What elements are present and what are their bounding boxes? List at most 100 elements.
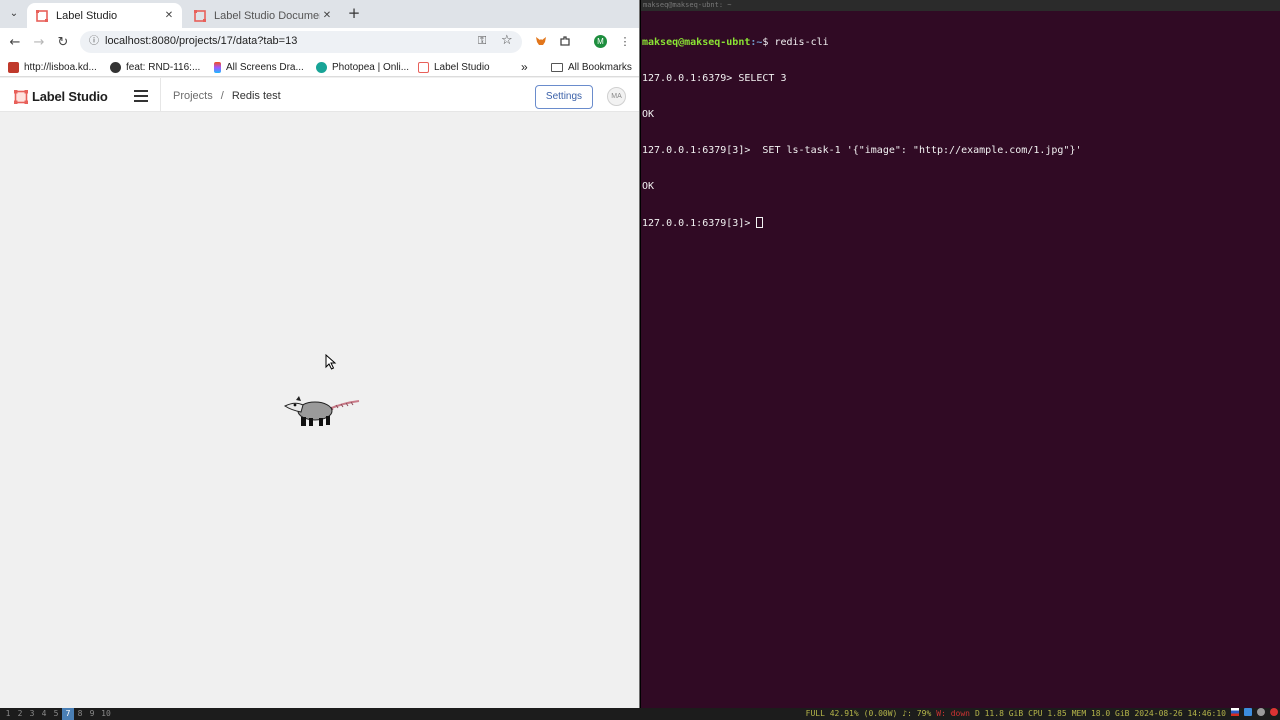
- folder-icon: [551, 62, 563, 72]
- terminal-prompt: 127.0.0.1:6379[3]>: [642, 218, 757, 229]
- settings-button[interactable]: Settings: [535, 85, 593, 109]
- address-bar[interactable]: ⓘ localhost:8080/projects/17/data?tab=13…: [80, 31, 522, 53]
- system-status-bar: 1 2 3 4 5 7 8 9 10 FULL 42.91% (0.00W) ♪…: [0, 708, 1280, 720]
- memory-status: MEM 18.0 GiB: [1071, 709, 1130, 718]
- terminal-title: makseq@makseq-ubnt: ~: [641, 0, 1280, 11]
- bookmark-favicon-icon: [8, 61, 19, 73]
- terminal-line: 127.0.0.1:6379[3]> SET ls-task-1 '{"imag…: [642, 145, 1082, 156]
- workspace-5[interactable]: 5: [50, 708, 62, 720]
- workspace-4[interactable]: 4: [38, 708, 50, 720]
- photopea-icon: [316, 61, 327, 73]
- workspace-9[interactable]: 9: [86, 708, 98, 720]
- terminal-output: makseq@makseq-ubnt:~$ redis-cli 127.0.0.…: [642, 13, 1082, 254]
- terminal-line: OK: [642, 181, 655, 192]
- bookmark-item[interactable]: Label Studio: [418, 60, 490, 74]
- new-tab-icon[interactable]: +: [346, 5, 362, 21]
- keyboard-layout-flag-icon[interactable]: [1231, 708, 1239, 716]
- url-text: localhost:8080/projects/17/data?tab=13: [105, 35, 298, 47]
- header-divider: [160, 78, 161, 112]
- alert-tray-icon[interactable]: [1270, 708, 1278, 716]
- terminal-line: makseq@makseq-ubnt:~$ redis-cli: [642, 37, 1082, 49]
- mouse-pointer-icon: [325, 353, 337, 370]
- close-tab-icon[interactable]: ✕: [162, 10, 176, 21]
- cpu-status: CPU 1.85: [1028, 709, 1067, 718]
- terminal-line: 127.0.0.1:6379> SELECT 3: [642, 73, 787, 84]
- tab-search-icon[interactable]: ⌄: [6, 6, 22, 22]
- tab-title: Label Studio: [56, 9, 118, 22]
- app-content-area: [0, 113, 639, 708]
- volume-status: ♪: 79%: [902, 709, 932, 718]
- browser-window: ⌄ Label Studio ✕ Label Studio Documentat…: [0, 0, 640, 708]
- back-arrow-icon[interactable]: ←: [6, 34, 24, 52]
- profile-avatar[interactable]: M: [594, 35, 607, 48]
- prompt-path: :~: [750, 37, 763, 48]
- breadcrumb-separator: /: [220, 90, 224, 102]
- bookmark-label: Label Studio: [434, 61, 490, 73]
- bookmarks-overflow-icon[interactable]: »: [521, 60, 528, 74]
- terminal-window[interactable]: makseq@makseq-ubnt: ~ makseq@makseq-ubnt…: [641, 0, 1280, 708]
- terminal-command: redis-cli: [774, 37, 829, 48]
- terminal-line: 127.0.0.1:6379[3]>: [642, 217, 1082, 230]
- prompt-symbol: $: [762, 37, 775, 48]
- all-bookmarks-label: All Bookmarks: [568, 61, 632, 73]
- extensions-puzzle-icon[interactable]: [558, 35, 572, 49]
- breadcrumb-current-project: Redis test: [231, 90, 281, 102]
- browser-toolbar: ← → ↻ ⓘ localhost:8080/projects/17/data?…: [0, 28, 639, 57]
- settings-tray-icon[interactable]: [1257, 708, 1265, 716]
- network-tray-icon[interactable]: [1244, 708, 1252, 716]
- breadcrumb-projects-link[interactable]: Projects: [173, 90, 213, 102]
- app-logo[interactable]: Label Studio: [14, 88, 108, 104]
- battery-status: FULL 42.91%: [805, 709, 859, 718]
- browser-menu-icon[interactable]: ⋮: [618, 35, 632, 49]
- workspace-7[interactable]: 7: [62, 708, 74, 720]
- logo-text: Label Studio: [32, 88, 108, 104]
- bookmark-item[interactable]: http://lisboa.kd...: [8, 60, 97, 74]
- power-status: (0.00W): [863, 709, 898, 718]
- label-studio-logo-icon: [14, 89, 28, 104]
- tab-label-studio-docs[interactable]: Label Studio Documentat ✕: [185, 3, 340, 28]
- workspace-10[interactable]: 10: [98, 708, 114, 720]
- bookmarks-bar: http://lisboa.kd... feat: RND-116:... Al…: [0, 57, 639, 77]
- breadcrumb: Projects / Redis test: [173, 90, 281, 102]
- tab-strip: ⌄ Label Studio ✕ Label Studio Documentat…: [0, 0, 639, 28]
- figma-icon: [214, 61, 221, 73]
- user-avatar[interactable]: MA: [607, 87, 626, 106]
- bookmark-label: Photopea | Onli...: [332, 61, 410, 73]
- bookmark-item[interactable]: Photopea | Onli...: [316, 60, 409, 74]
- workspace-3[interactable]: 3: [26, 708, 38, 720]
- bookmark-star-icon[interactable]: ☆: [501, 33, 513, 48]
- bookmark-item[interactable]: feat: RND-116:...: [110, 60, 200, 74]
- terminal-line: OK: [642, 109, 655, 120]
- clock: 2024-08-26 14:46:10: [1134, 709, 1226, 718]
- bookmark-label: http://lisboa.kd...: [24, 61, 97, 73]
- hamburger-menu-icon[interactable]: [134, 90, 148, 102]
- bookmark-item[interactable]: All Screens Dra...: [214, 60, 304, 74]
- metamask-extension-icon[interactable]: [534, 35, 548, 49]
- github-icon: [110, 61, 121, 73]
- label-studio-favicon-icon: [418, 61, 429, 73]
- workspace-2[interactable]: 2: [14, 708, 26, 720]
- tab-label-studio[interactable]: Label Studio ✕: [27, 3, 182, 28]
- app-header: Label Studio Projects / Redis test Setti…: [0, 78, 639, 112]
- opossum-loading-illustration: [281, 393, 361, 429]
- status-indicators: FULL 42.91% (0.00W) ♪: 79% W: down D 11.…: [801, 708, 1278, 720]
- label-studio-favicon-icon: [194, 9, 206, 22]
- tab-title: Label Studio Documentat: [214, 9, 320, 22]
- workspace-switcher: 1 2 3 4 5 7 8 9 10: [2, 708, 114, 720]
- wifi-status: W: down: [936, 709, 970, 718]
- bookmark-label: All Screens Dra...: [226, 61, 304, 73]
- site-info-icon[interactable]: ⓘ: [87, 34, 101, 50]
- close-tab-icon[interactable]: ✕: [320, 10, 334, 21]
- terminal-cursor: [756, 217, 764, 228]
- reload-icon[interactable]: ↻: [54, 34, 72, 52]
- all-bookmarks-button[interactable]: All Bookmarks: [551, 60, 632, 74]
- desktop: ⌄ Label Studio ✕ Label Studio Documentat…: [0, 0, 1280, 720]
- password-key-icon[interactable]: ⚿: [478, 34, 486, 48]
- forward-arrow-icon[interactable]: →: [30, 34, 48, 52]
- prompt-user: makseq@makseq-ubnt: [642, 37, 751, 48]
- workspace-1[interactable]: 1: [2, 708, 14, 720]
- bookmark-label: feat: RND-116:...: [126, 61, 201, 73]
- disk-status: D 11.8 GiB: [974, 709, 1024, 718]
- workspace-8[interactable]: 8: [74, 708, 86, 720]
- label-studio-favicon-icon: [36, 9, 48, 22]
